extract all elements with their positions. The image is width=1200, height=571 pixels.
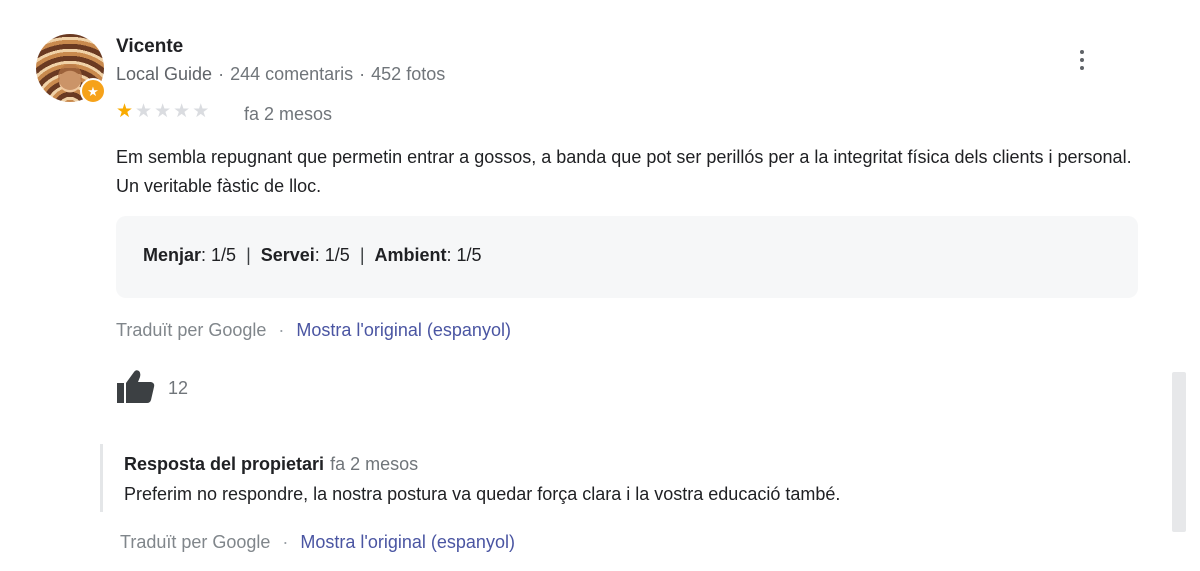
owner-reply-date: fa 2 mesos xyxy=(330,454,419,474)
owner-reply-header: Resposta del propietari fa 2 mesos xyxy=(124,454,418,475)
reviews-count: 244 comentaris xyxy=(230,64,354,84)
star-rating: ★★★★★ xyxy=(116,100,211,123)
show-original-link[interactable]: Mostra l'original (espanyol) xyxy=(296,320,511,340)
sub-ratings: Menjar: 1/5 | Servei: 1/5 | Ambient: 1/5 xyxy=(143,245,482,265)
reply-show-original-link[interactable]: Mostra l'original (espanyol) xyxy=(300,532,515,552)
like-count: 12 xyxy=(168,378,189,398)
reply-divider xyxy=(100,444,103,512)
translated-label: Traduït per Google xyxy=(116,320,267,340)
owner-reply-text: Preferim no respondre, la nostra postura… xyxy=(124,484,841,504)
review-date: fa 2 mesos xyxy=(244,104,333,124)
star-empty-icon: ★ xyxy=(173,101,193,122)
review-text: Em sembla repugnant que permetin entrar … xyxy=(116,147,1132,196)
author-name[interactable]: Vicente xyxy=(116,36,183,58)
owner-reply-title: Resposta del propietari xyxy=(124,454,325,474)
author-role: Local Guide xyxy=(116,64,213,84)
reply-translated-label: Traduït per Google xyxy=(120,532,271,552)
star-filled-icon: ★ xyxy=(116,101,136,122)
author-meta: Local Guide · 244 comentaris · 452 fotos xyxy=(116,64,446,84)
thumbs-up-icon[interactable] xyxy=(116,368,156,404)
star-empty-icon: ★ xyxy=(192,101,212,122)
translation-info: Traduït per Google · Mostra l'original (es… xyxy=(116,320,511,340)
more-vert-icon[interactable] xyxy=(1072,50,1092,76)
rating-value-atmosphere: : 1/5 xyxy=(446,245,482,265)
star-empty-icon: ★ xyxy=(154,101,174,122)
photos-count: 452 fotos xyxy=(371,64,446,84)
reply-translation-info: Traduït per Google · Mostra l'original (es… xyxy=(120,532,515,552)
scrollbar[interactable] xyxy=(1172,372,1186,532)
local-guide-badge-icon: ★ xyxy=(80,78,106,104)
rating-label-atmosphere: Ambient xyxy=(374,245,447,265)
star-empty-icon: ★ xyxy=(135,101,155,122)
rating-value-food: : 1/5 xyxy=(201,245,237,265)
rating-value-service: : 1/5 xyxy=(314,245,350,265)
rating-label-service: Servei xyxy=(260,245,315,265)
rating-label-food: Menjar xyxy=(143,245,202,265)
